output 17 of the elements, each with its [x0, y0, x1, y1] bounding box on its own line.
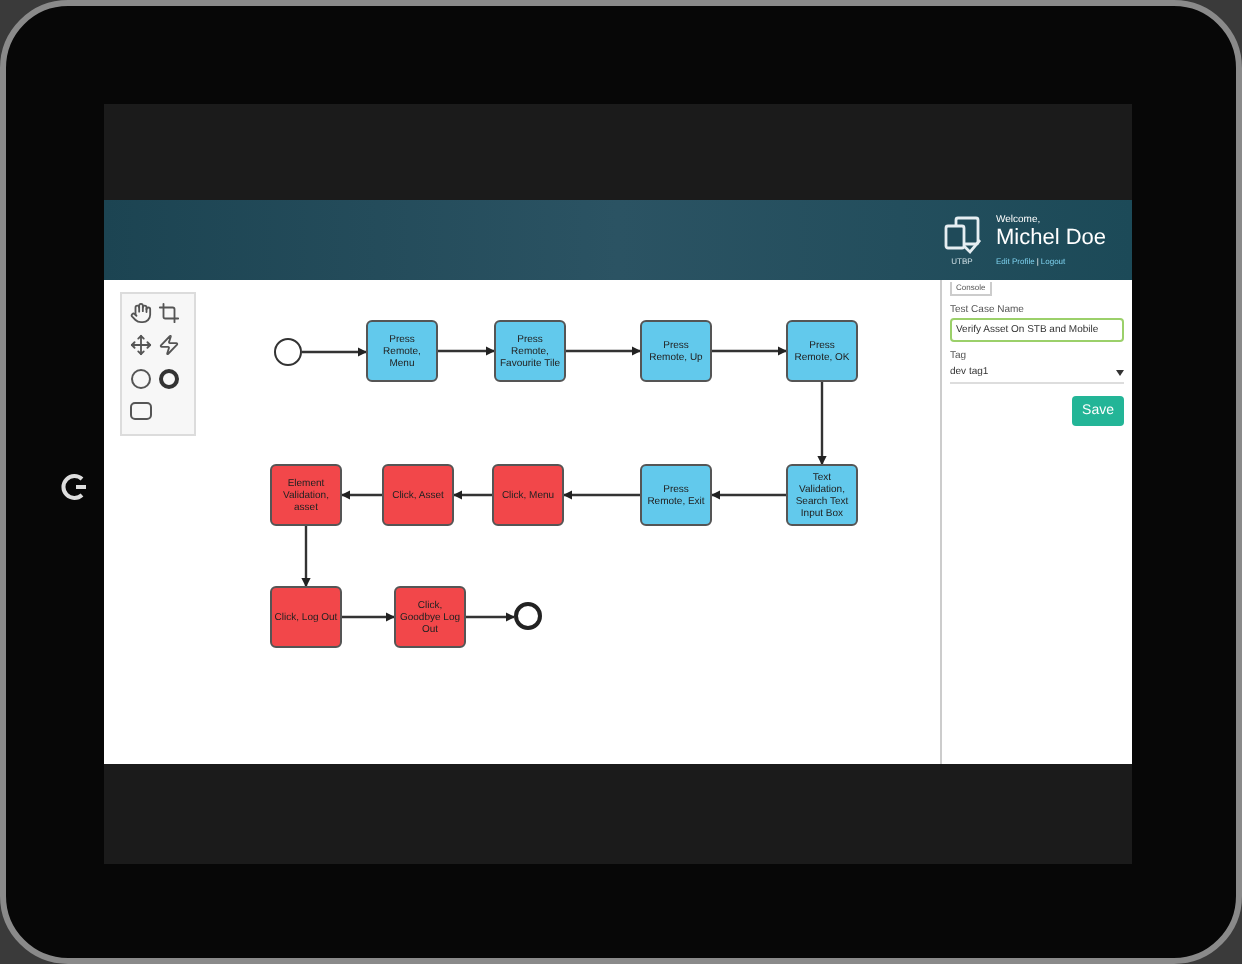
connector-arrow — [817, 382, 827, 466]
crop-tool-icon[interactable] — [158, 302, 180, 324]
thick-circle-tool-icon[interactable] — [158, 367, 180, 389]
circle-tool-icon[interactable] — [130, 367, 152, 389]
lightning-tool-icon[interactable] — [158, 334, 180, 357]
devices-logo-icon — [940, 215, 984, 255]
home-button-icon[interactable] — [60, 472, 90, 502]
connector-arrow — [466, 612, 516, 622]
dropdown-caret-icon — [1116, 370, 1124, 376]
connector-arrow — [302, 347, 368, 357]
rounded-rectangle-tool-icon[interactable] — [130, 399, 152, 422]
connector-arrow — [301, 526, 311, 588]
hand-tool-icon[interactable] — [130, 302, 152, 324]
move-tool-icon[interactable] — [130, 334, 152, 357]
start-event — [274, 338, 302, 366]
user-name: Michel Doe — [996, 225, 1109, 251]
end-event — [514, 602, 542, 630]
